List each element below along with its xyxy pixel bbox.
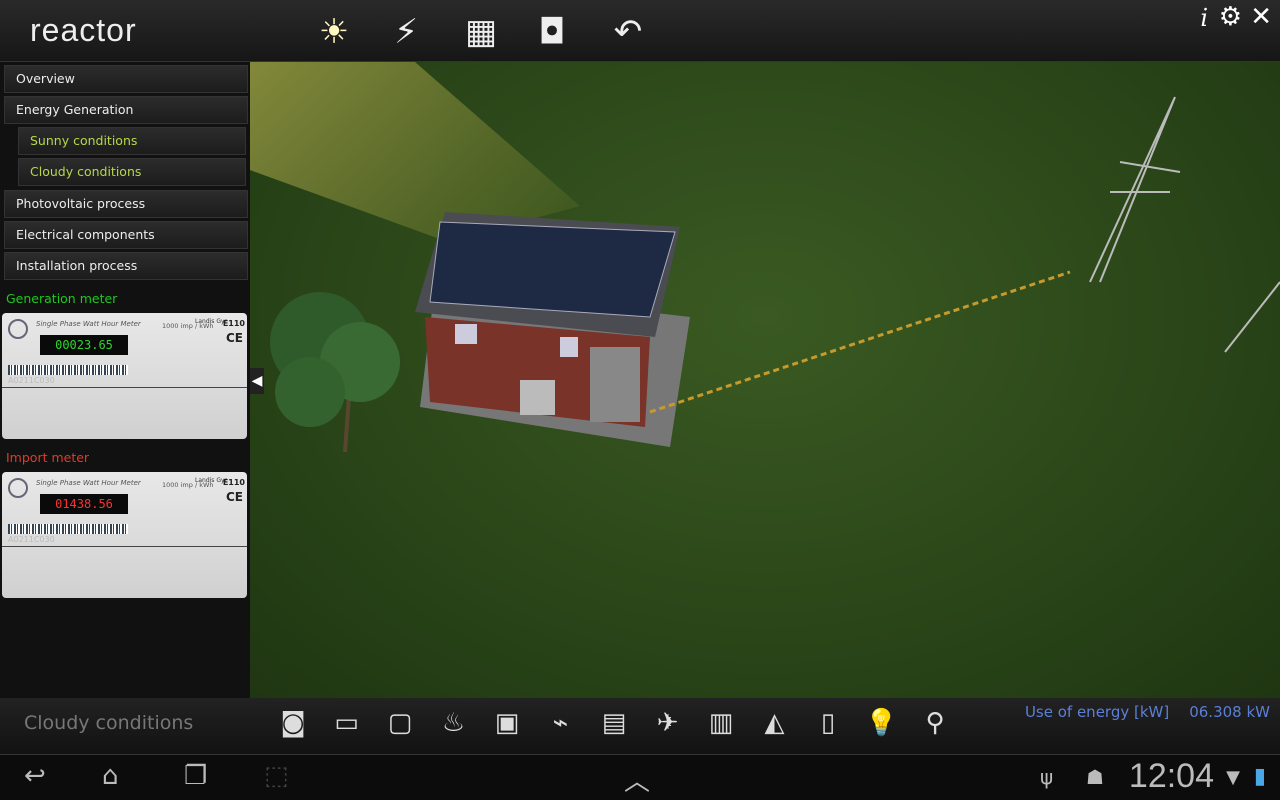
appliance-bar: Cloudy conditions ◙ ▭ ▢ ♨ ▣ ⌁ ▤ ✈ ▥ ◭ ▯ 💡 ⚲ Use of e… — [0, 698, 1280, 754]
dishwasher-icon[interactable]: ▤ — [595, 704, 633, 742]
reactor-logo: reactor — [30, 12, 137, 48]
hairdryer-icon[interactable]: ✈ — [649, 704, 687, 742]
energy-use-label: Use of energy [kW] — [1024, 703, 1170, 721]
sidebar-item-overview[interactable]: Overview — [4, 65, 248, 93]
android-icon: ☗ — [1086, 765, 1104, 789]
chevron-up-icon[interactable]: ︿ — [624, 761, 650, 798]
meter-serial: A0211C030 — [8, 376, 55, 385]
recent-apps-icon[interactable]: ❐ — [184, 761, 207, 791]
house — [415, 212, 690, 447]
pylon — [1089, 96, 1280, 353]
energy-saving-bulb-icon[interactable]: ⚲ — [916, 704, 954, 742]
kettle-icon[interactable]: ♨ — [435, 704, 473, 742]
clock: 12:04 — [1128, 757, 1214, 795]
meter-serial: A0211C030 — [8, 535, 55, 544]
computer-icon[interactable]: ▣ — [488, 704, 526, 742]
wifi-icon: ▼ — [1226, 767, 1240, 788]
lightning-icon[interactable]: ⚡ — [380, 8, 432, 56]
screenshot-icon[interactable]: ⬚ — [264, 761, 289, 791]
sidebar-item-sunny-conditions[interactable]: Sunny conditions — [18, 127, 246, 155]
solar-panel-icon[interactable]: ▦ — [455, 8, 507, 56]
washing-machine-icon[interactable]: ◙ — [274, 704, 312, 742]
back-icon[interactable]: ↩ — [24, 761, 46, 791]
top-bar: reactor ☀ ⚡ ▦ ◘ ↶ i ⚙ ✕ — [0, 0, 1280, 62]
energy-use-value: 06.308 kW — [1189, 703, 1270, 721]
sidebar-item-photovoltaic-process[interactable]: Photovoltaic process — [4, 190, 248, 218]
meter-icon[interactable]: ◘ — [526, 8, 578, 56]
barcode — [8, 524, 128, 534]
collapse-sidebar-arrow-icon[interactable]: ◀ — [250, 368, 264, 394]
info-icon[interactable]: i — [1200, 4, 1208, 32]
panel-rotate-icon[interactable]: ↶ — [602, 8, 654, 56]
gear-icon[interactable]: ⚙ — [1219, 2, 1242, 32]
system-navbar: ↩ ⌂ ❐ ⬚ ︿ ψ ☗ 12:04 ▼ ▮ — [0, 754, 1280, 800]
import-reading: 01438.56 — [40, 494, 128, 514]
import-meter-label: Import meter — [6, 450, 90, 465]
power-line — [649, 270, 1071, 414]
generation-meter: Single Phase Watt Hour Meter 1000 imp / … — [2, 313, 247, 439]
meter-model: E110 — [222, 478, 245, 487]
meter-title: Single Phase Watt Hour Meter — [36, 320, 141, 328]
meter-logo-icon — [8, 319, 28, 339]
sidebar-item-energy-generation[interactable]: Energy Generation — [4, 96, 248, 124]
battery-icon: ▮ — [1253, 764, 1266, 789]
home-icon[interactable]: ⌂ — [102, 761, 119, 791]
vacuum-icon[interactable]: ⌁ — [542, 704, 580, 742]
import-meter: Single Phase Watt Hour Meter 1000 imp / … — [2, 472, 247, 598]
ce-mark: CE — [225, 490, 243, 504]
tv-icon[interactable]: ▢ — [381, 704, 419, 742]
fridge-icon[interactable]: ▯ — [809, 704, 847, 742]
barcode — [8, 365, 128, 375]
sidebar-item-installation-process[interactable]: Installation process — [4, 252, 248, 280]
lightbulb-icon[interactable]: 💡 — [863, 704, 901, 742]
close-icon[interactable]: ✕ — [1250, 2, 1272, 32]
iron-icon[interactable]: ◭ — [756, 704, 794, 742]
ce-mark: CE — [225, 331, 243, 345]
energy-use: Use of energy [kW] 06.308 kW — [1025, 703, 1270, 721]
sidebar-item-cloudy-conditions[interactable]: Cloudy conditions — [18, 158, 246, 186]
microwave-icon[interactable]: ▭ — [328, 704, 366, 742]
scene-graphics — [270, 96, 1280, 453]
generation-meter-label: Generation meter — [6, 291, 118, 306]
sidebar-item-electrical-components[interactable]: Electrical components — [4, 221, 248, 249]
current-condition: Cloudy conditions — [24, 712, 194, 734]
meter-logo-icon — [8, 478, 28, 498]
generation-reading: 00023.65 — [40, 335, 128, 355]
meter-title: Single Phase Watt Hour Meter — [36, 479, 141, 487]
sun-cloud-icon[interactable]: ☀ — [308, 8, 360, 56]
oven-icon[interactable]: ▥ — [702, 704, 740, 742]
usb-icon: ψ — [1040, 765, 1054, 789]
tree — [270, 292, 400, 453]
sidebar: Overview Energy Generation Sunny conditi… — [0, 62, 250, 698]
3d-scene[interactable]: ◀ — [250, 62, 1280, 698]
meter-model: E110 — [222, 319, 245, 328]
